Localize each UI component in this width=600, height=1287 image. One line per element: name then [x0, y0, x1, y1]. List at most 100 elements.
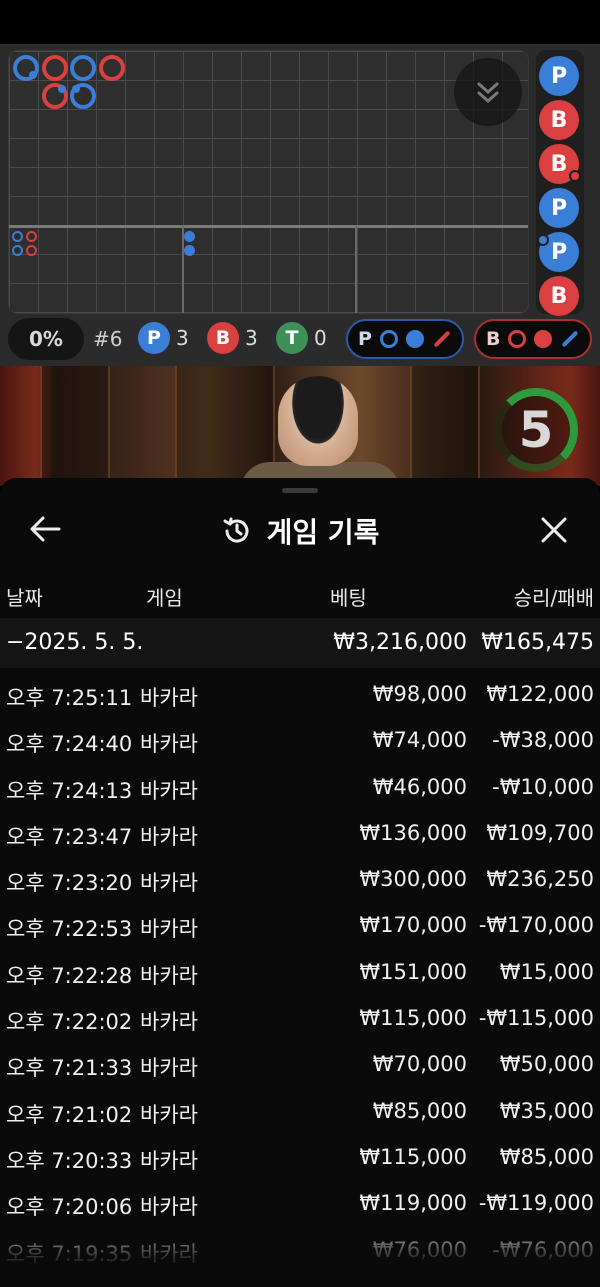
table-row[interactable]: 오후 7:25:11 바카라 ₩98,000 ₩122,000 — [0, 672, 600, 718]
row-time: 오후 7:22:02 — [6, 1010, 133, 1035]
table-row[interactable]: 오후 7:22:53 바카라 ₩170,000 -₩170,000 — [0, 903, 600, 949]
player-predict-button[interactable]: P — [346, 319, 464, 359]
summary-winloss: ₩165,475 — [481, 630, 594, 655]
table-row[interactable]: 오후 7:24:40 바카라 ₩74,000 -₩38,000 — [0, 718, 600, 764]
table-row[interactable]: 오후 7:24:13 바카라 ₩46,000 -₩10,000 — [0, 765, 600, 811]
big-road-board[interactable] — [8, 50, 529, 314]
banker-badge: B — [207, 322, 239, 354]
row-winloss: ₩15,000 — [499, 959, 594, 984]
sheet-header: 게임 기록 — [0, 498, 600, 560]
close-icon[interactable] — [538, 514, 570, 546]
row-bet: ₩98,000 — [372, 682, 467, 706]
row-bet: ₩115,000 — [359, 1144, 467, 1169]
bead-road-item: P — [539, 56, 579, 96]
road-bead-player — [70, 55, 96, 81]
table-row[interactable]: 오후 7:22:28 바카라 ₩151,000 ₩15,000 — [0, 950, 600, 996]
table-row[interactable]: 오후 7:20:33 바카라 ₩115,000 ₩85,000 — [0, 1135, 600, 1181]
blue-ring-icon — [379, 330, 398, 348]
red-dot-icon — [534, 330, 553, 348]
road-bead-banker — [99, 55, 125, 81]
small-road-mark — [26, 231, 37, 242]
page-title-text: 게임 기록 — [266, 516, 380, 549]
road-bead-player — [70, 83, 96, 109]
row-time: 오후 7:24:40 — [6, 732, 133, 757]
row-bet: ₩115,000 — [359, 1006, 467, 1031]
table-row[interactable]: 오후 7:23:20 바카라 ₩300,000 ₩236,250 — [0, 857, 600, 903]
row-game: 바카라 — [140, 917, 198, 942]
row-time: 오후 7:22:53 — [6, 917, 133, 942]
column-game: 게임 — [146, 586, 183, 610]
row-winloss: ₩50,000 — [499, 1052, 594, 1077]
dealer — [278, 376, 358, 466]
row-game: 바카라 — [140, 732, 198, 757]
small-road-mark — [184, 245, 195, 256]
roadmap-area: P B B P P B 0% #6 P 3 B 3 T 0 P B — [0, 44, 600, 366]
bead-road-item: P — [537, 232, 579, 272]
column-winloss: 승리/패배 — [513, 586, 594, 610]
player-predict-label: P — [358, 328, 372, 350]
row-bet: ₩74,000 — [372, 728, 467, 753]
row-winloss: -₩170,000 — [478, 913, 594, 938]
column-date: 날짜 — [6, 586, 43, 610]
row-bet: ₩70,000 — [372, 1052, 467, 1077]
row-time: 오후 7:22:28 — [6, 963, 133, 988]
road-bead-banker — [42, 55, 68, 81]
row-game: 바카라 — [140, 1148, 198, 1173]
row-time: 오후 7:25:11 — [6, 686, 133, 710]
row-time: 오후 7:23:47 — [6, 824, 133, 849]
live-video: 5 — [0, 366, 600, 486]
table-row[interactable]: 오후 7:21:33 바카라 ₩70,000 ₩50,000 — [0, 1042, 600, 1088]
row-winloss: ₩85,000 — [499, 1144, 594, 1169]
small-road-mark — [26, 245, 37, 256]
page-title: 게임 기록 — [0, 511, 600, 551]
date-summary-row[interactable]: −2025. 5. 5. ₩3,216,000 ₩165,475 — [0, 618, 600, 668]
banker-count: B 3 — [207, 322, 258, 354]
row-game: 바카라 — [140, 686, 198, 710]
blue-dot-icon — [405, 330, 424, 348]
bead-road-column: P B B P P B — [536, 50, 584, 316]
red-ring-icon — [508, 330, 527, 348]
bead-road-item: P — [539, 188, 579, 228]
row-bet: ₩151,000 — [359, 959, 467, 984]
shoe-number: #6 — [93, 327, 123, 351]
board-divider — [9, 225, 528, 228]
player-badge: P — [138, 322, 170, 354]
column-bet: 베팅 — [330, 586, 367, 610]
road-bead-player — [13, 55, 39, 81]
row-winloss: -₩10,000 — [492, 774, 594, 799]
row-game: 바카라 — [140, 1010, 198, 1035]
row-winloss: -₩38,000 — [492, 728, 594, 753]
video-background — [40, 366, 110, 486]
row-game: 바카라 — [140, 824, 198, 849]
row-winloss: ₩236,250 — [486, 867, 594, 892]
player-count: P 3 — [138, 322, 189, 354]
board-divider — [355, 225, 357, 313]
tie-count-value: 0 — [314, 326, 327, 350]
double-chevron-down-icon — [477, 82, 499, 104]
row-winloss: ₩122,000 — [486, 682, 594, 706]
row-time: 오후 7:21:02 — [6, 1102, 133, 1127]
summary-bet: ₩3,216,000 — [333, 630, 467, 655]
table-row[interactable]: 오후 7:21:02 바카라 ₩85,000 ₩35,000 — [0, 1089, 600, 1135]
row-time: 오후 7:21:33 — [6, 1056, 133, 1081]
row-bet: ₩136,000 — [359, 820, 467, 845]
summary-date: −2025. 5. 5. — [6, 630, 144, 655]
countdown-timer: 5 — [494, 388, 578, 472]
table-row[interactable]: 오후 7:23:47 바카라 ₩136,000 ₩109,700 — [0, 811, 600, 857]
sheet-handle[interactable] — [282, 488, 318, 493]
row-bet: ₩300,000 — [359, 867, 467, 892]
bead-road-item: B — [539, 100, 579, 140]
list-fade — [0, 1214, 600, 1287]
red-slash-icon — [433, 330, 451, 348]
row-game: 바카라 — [140, 1056, 198, 1081]
row-winloss: ₩35,000 — [499, 1098, 594, 1123]
blue-slash-icon — [561, 330, 579, 348]
row-bet: ₩85,000 — [372, 1098, 467, 1123]
collapse-roadmap-button[interactable] — [454, 58, 522, 126]
row-time: 오후 7:23:20 — [6, 871, 133, 896]
row-game: 바카라 — [140, 963, 198, 988]
row-winloss: ₩109,700 — [486, 820, 594, 845]
tie-count: T 0 — [276, 322, 327, 354]
table-row[interactable]: 오후 7:22:02 바카라 ₩115,000 -₩115,000 — [0, 996, 600, 1042]
banker-predict-button[interactable]: B — [474, 319, 592, 359]
